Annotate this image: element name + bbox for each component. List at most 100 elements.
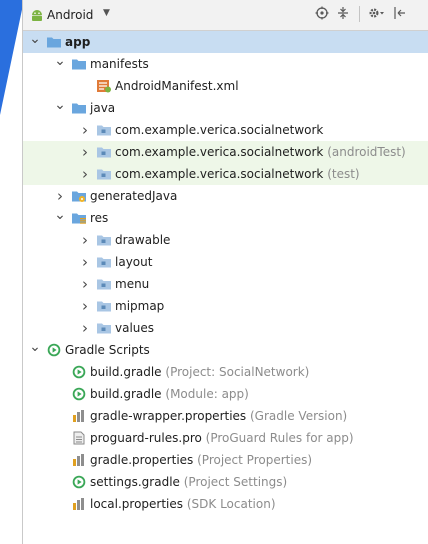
chevron-right-icon[interactable]: › (78, 163, 92, 185)
android-icon (32, 10, 42, 21)
chevron-down-icon[interactable]: ⌄ (28, 339, 42, 361)
project-panel: Android ▼ ⌄ app ⌄ manifests AndroidManifest.… (22, 0, 428, 544)
node-name: Gradle Scripts (65, 343, 150, 357)
node-note: (Project: SocialNetwork) (165, 365, 310, 379)
tree-row-drawable[interactable]: › drawable (23, 229, 428, 251)
tree-row-gradle-wrapper-props[interactable]: gradle-wrapper.properties (Gradle Versio… (23, 405, 428, 427)
chevron-right-icon[interactable]: › (78, 317, 92, 339)
view-selector-label[interactable]: Android (47, 8, 93, 22)
chevron-right-icon[interactable]: › (78, 119, 92, 141)
tree-row-app[interactable]: ⌄ app (23, 31, 428, 53)
target-icon[interactable] (315, 6, 329, 24)
tree-row-pkg-test[interactable]: › com.example.verica.socialnetwork (test) (23, 163, 428, 185)
tree-row-label: local.properties (SDK Location) (90, 493, 276, 515)
tree-row-pkg-androidtest[interactable]: › com.example.verica.socialnetwork (andro… (23, 141, 428, 163)
node-name: mipmap (115, 299, 165, 313)
properties-file-icon (71, 497, 87, 511)
folder-icon (71, 101, 87, 115)
tree-row-manifests[interactable]: ⌄ manifests (23, 53, 428, 75)
tree-row-gradle-scripts[interactable]: ⌄ Gradle Scripts (23, 339, 428, 361)
chevron-right-icon[interactable]: › (78, 295, 92, 317)
tree-row-label: app (65, 31, 90, 53)
tree-row-layout[interactable]: › layout (23, 251, 428, 273)
gear-icon[interactable] (367, 6, 385, 24)
node-name: proguard-rules.pro (90, 431, 202, 445)
chevron-down-icon[interactable]: ⌄ (53, 97, 67, 119)
node-note: (test) (327, 167, 360, 181)
tree-row-generatedjava[interactable]: › generatedJava (23, 185, 428, 207)
tree-row-label: settings.gradle (Project Settings) (90, 471, 287, 493)
tree-row-proguard-rules[interactable]: proguard-rules.pro (ProGuard Rules for a… (23, 427, 428, 449)
node-note: (Project Settings) (183, 475, 288, 489)
tree-row-label: menu (115, 273, 149, 295)
tree-row-java[interactable]: ⌄ java (23, 97, 428, 119)
hide-icon[interactable] (393, 6, 407, 24)
tree-row-menu[interactable]: › menu (23, 273, 428, 295)
tree-row-label: generatedJava (90, 185, 177, 207)
tree-row-res[interactable]: ⌄ res (23, 207, 428, 229)
node-name: menu (115, 277, 150, 291)
package-folder-icon (96, 123, 112, 137)
package-folder-icon (96, 233, 112, 247)
tree-row-values[interactable]: › values (23, 317, 428, 339)
manifest-file-icon (96, 79, 112, 93)
tree-row-build-gradle-module[interactable]: build.gradle (Module: app) (23, 383, 428, 405)
chevron-down-icon[interactable]: ▼ (103, 8, 110, 18)
tree-row-mipmap[interactable]: › mipmap (23, 295, 428, 317)
tree-row-label: mipmap (115, 295, 164, 317)
node-name: res (90, 211, 109, 225)
chevron-right-icon[interactable]: › (78, 141, 92, 163)
node-name: build.gradle (90, 365, 162, 379)
node-name: build.gradle (90, 387, 162, 401)
chevron-down-icon[interactable]: ⌄ (53, 207, 67, 229)
node-name: drawable (115, 233, 171, 247)
tree-row-label: com.example.verica.socialnetwork (test) (115, 163, 360, 185)
chevron-right-icon[interactable]: › (78, 229, 92, 251)
tree-row-local-props[interactable]: local.properties (SDK Location) (23, 493, 428, 515)
folder-icon (71, 57, 87, 71)
node-name: layout (115, 255, 153, 269)
package-folder-icon (96, 255, 112, 269)
chevron-right-icon[interactable]: › (53, 185, 67, 207)
tree-row-label: gradle-wrapper.properties (Gradle Versio… (90, 405, 347, 427)
collapse-icon[interactable] (337, 6, 349, 24)
gradle-icon (71, 475, 87, 489)
project-toolbar: Android ▼ (23, 0, 428, 31)
node-name: manifests (90, 57, 149, 71)
chevron-right-icon[interactable]: › (78, 251, 92, 273)
tree-row-label: com.example.verica.socialnetwork (androi… (115, 141, 406, 163)
package-folder-icon (96, 299, 112, 313)
tree-row-build-gradle-project[interactable]: build.gradle (Project: SocialNetwork) (23, 361, 428, 383)
node-note: (Module: app) (165, 387, 249, 401)
node-name: com.example.verica.socialnetwork (115, 123, 324, 137)
node-note: (SDK Location) (186, 497, 276, 511)
tree-row-label: java (90, 97, 115, 119)
node-name: com.example.verica.socialnetwork (115, 167, 324, 181)
node-note: (androidTest) (327, 145, 406, 159)
node-note: (Project Properties) (197, 453, 313, 467)
toolbar-separator (359, 6, 360, 22)
tree-row-gradle-props[interactable]: gradle.properties (Project Properties) (23, 449, 428, 471)
tree-row-label: proguard-rules.pro (ProGuard Rules for a… (90, 427, 354, 449)
node-name: local.properties (90, 497, 184, 511)
node-name: gradle.properties (90, 453, 194, 467)
gradle-icon (71, 387, 87, 401)
node-name: AndroidManifest.xml (115, 79, 239, 93)
tree-row-label: com.example.verica.socialnetwork (115, 119, 323, 141)
tree-row-settings-gradle[interactable]: settings.gradle (Project Settings) (23, 471, 428, 493)
tree-row-label: AndroidManifest.xml (115, 75, 239, 97)
tree-row-label: res (90, 207, 108, 229)
folder-icon (46, 35, 62, 49)
package-folder-icon (96, 277, 112, 291)
chevron-down-icon[interactable]: ⌄ (28, 31, 42, 53)
package-folder-icon (96, 145, 112, 159)
tree-row-pkg-main[interactable]: › com.example.verica.socialnetwork (23, 119, 428, 141)
tree-row-androidmanifest[interactable]: AndroidManifest.xml (23, 75, 428, 97)
tree-row-label: build.gradle (Module: app) (90, 383, 249, 405)
tree-row-label: layout (115, 251, 152, 273)
chevron-right-icon[interactable]: › (78, 273, 92, 295)
node-name: gradle-wrapper.properties (90, 409, 247, 423)
chevron-down-icon[interactable]: ⌄ (53, 53, 67, 75)
node-name: com.example.verica.socialnetwork (115, 145, 324, 159)
tree-row-label: manifests (90, 53, 149, 75)
